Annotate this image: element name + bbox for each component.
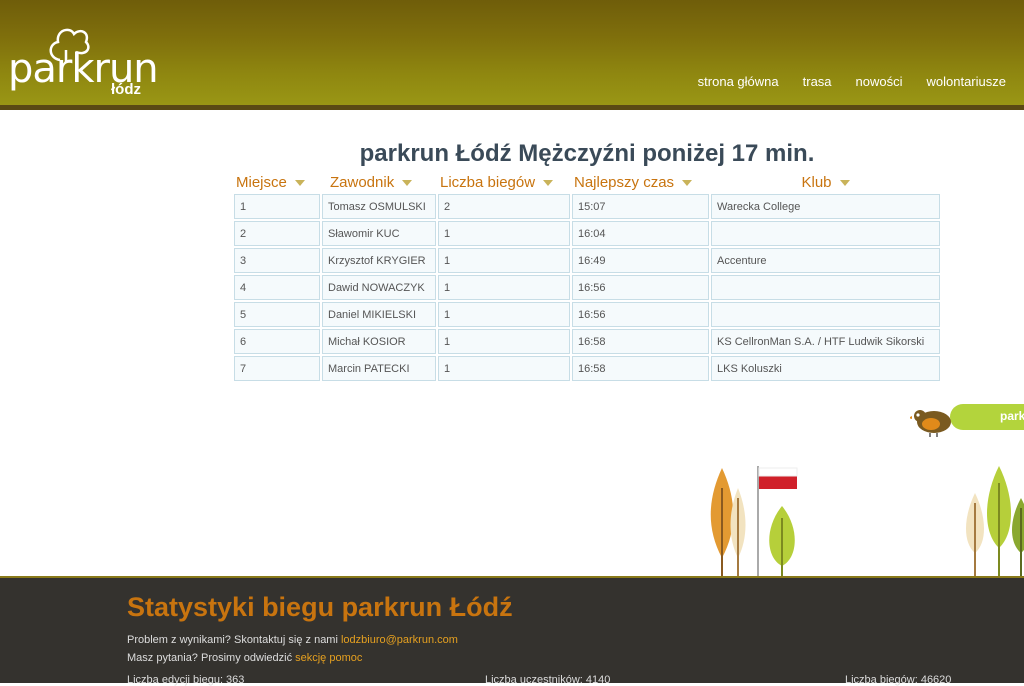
footer-contact-line: Problem z wynikami? Skontaktuj się z nam… [127, 634, 458, 646]
column-header-runner[interactable]: Zawodnik [322, 172, 436, 192]
cell-club: Accenture [711, 248, 940, 273]
cell-place: 1 [234, 194, 320, 219]
cell-runner: Dawid NOWACZYK [322, 275, 436, 300]
stat-participants: Liczba uczestników: 4140 [485, 674, 611, 686]
cell-runs: 1 [438, 302, 570, 327]
table-header-row: Miejsce Zawodnik Liczba biegów Najlepszy… [234, 172, 940, 192]
nav-course[interactable]: trasa [803, 74, 832, 89]
cell-runs: 1 [438, 275, 570, 300]
cell-club: KS CellronMan S.A. / HTF Ludwik Sikorski [711, 329, 940, 354]
site-header: parkrun łódz strona główna trasa nowości… [0, 0, 1024, 106]
table-row: 7 Marcin PATECKI 1 16:58 LKS Koluszki [234, 356, 940, 381]
column-header-place[interactable]: Miejsce [234, 172, 320, 192]
cell-runner: Sławomir KUC [322, 221, 436, 246]
cell-runs: 1 [438, 356, 570, 381]
cell-place: 4 [234, 275, 320, 300]
parkrun-logo[interactable]: parkrun łódz [8, 22, 159, 100]
cell-club: Warecka College [711, 194, 940, 219]
cell-best-time: 16:58 [572, 356, 709, 381]
bird-icon [910, 410, 951, 437]
main-nav: strona główna trasa nowości wolontariusz… [698, 74, 1006, 89]
sort-icon [294, 179, 305, 186]
column-header-club[interactable]: Klub [711, 172, 940, 192]
footer-help-line: Masz pytania? Prosimy odwiedzić sekcję p… [127, 652, 362, 664]
cell-place: 7 [234, 356, 320, 381]
cell-best-time: 16:56 [572, 302, 709, 327]
cell-best-time: 15:07 [572, 194, 709, 219]
trees-illustration [710, 466, 798, 576]
cell-best-time: 16:04 [572, 221, 709, 246]
table-row: 5 Daniel MIKIELSKI 1 16:56 [234, 302, 940, 327]
sort-icon [402, 179, 413, 186]
column-header-runs[interactable]: Liczba biegów [438, 172, 570, 192]
cell-place: 6 [234, 329, 320, 354]
nav-home[interactable]: strona główna [698, 74, 779, 89]
table-row: 2 Sławomir KUC 1 16:04 [234, 221, 940, 246]
stat-runs: Liczba biegów: 46620 [845, 674, 952, 686]
contact-email-link[interactable]: lodzbiuro@parkrun.com [341, 634, 458, 646]
results-table: Miejsce Zawodnik Liczba biegów Najlepszy… [232, 170, 942, 383]
cell-club: LKS Koluszki [711, 356, 940, 381]
cell-club [711, 302, 940, 327]
cell-runner: Michał KOSIOR [322, 329, 436, 354]
sort-icon [839, 179, 850, 186]
trees-illustration-right [966, 466, 1024, 576]
table-row: 1 Tomasz OSMULSKI 2 15:07 Warecka Colleg… [234, 194, 940, 219]
nav-news[interactable]: nowości [856, 74, 903, 89]
cell-runner: Tomasz OSMULSKI [322, 194, 436, 219]
page-title: parkrun Łódź Mężczyźni poniżej 17 min. [359, 140, 815, 167]
cell-runner: Krzysztof KRYGIER [322, 248, 436, 273]
stat-events: Liczba edycji biegu: 363 [127, 674, 245, 686]
nav-volunteers[interactable]: wolontariusze [927, 74, 1007, 89]
cell-best-time: 16:56 [572, 275, 709, 300]
column-label: Liczba biegów [440, 173, 536, 191]
column-label: Najlepszy czas [574, 173, 675, 191]
logo-city: łódz [111, 81, 141, 98]
help-section-link[interactable]: sekcję pomoc [295, 652, 362, 664]
sort-icon [682, 179, 693, 186]
table-row: 4 Dawid NOWACZYK 1 16:56 [234, 275, 940, 300]
footer-contact-text: Problem z wynikami? Skontaktuj się z nam… [127, 634, 341, 646]
cell-place: 2 [234, 221, 320, 246]
cell-runs: 1 [438, 221, 570, 246]
cell-best-time: 16:49 [572, 248, 709, 273]
sort-icon [543, 179, 554, 186]
column-header-best-time[interactable]: Najlepszy czas [572, 172, 709, 192]
footer-title: Statystyki biegu parkrun Łódź [127, 592, 513, 622]
cell-best-time: 16:58 [572, 329, 709, 354]
cell-runs: 2 [438, 194, 570, 219]
cell-place: 5 [234, 302, 320, 327]
cell-runs: 1 [438, 329, 570, 354]
column-label: Zawodnik [330, 173, 395, 191]
cell-runs: 1 [438, 248, 570, 273]
footer-help-text: Masz pytania? Prosimy odwiedzić [127, 652, 296, 664]
column-label: Miejsce [236, 173, 287, 191]
header-divider [0, 105, 1024, 110]
table-row: 6 Michał KOSIOR 1 16:58 KS CellronMan S.… [234, 329, 940, 354]
promo-banner-text: park [1000, 409, 1024, 423]
cell-place: 3 [234, 248, 320, 273]
cell-club [711, 221, 940, 246]
column-label: Klub [801, 173, 832, 191]
cell-runner: Marcin PATECKI [322, 356, 436, 381]
site-footer: Statystyki biegu parkrun Łódź Problem z … [0, 576, 1024, 686]
cell-club [711, 275, 940, 300]
cell-runner: Daniel MIKIELSKI [322, 302, 436, 327]
table-row: 3 Krzysztof KRYGIER 1 16:49 Accenture [234, 248, 940, 273]
